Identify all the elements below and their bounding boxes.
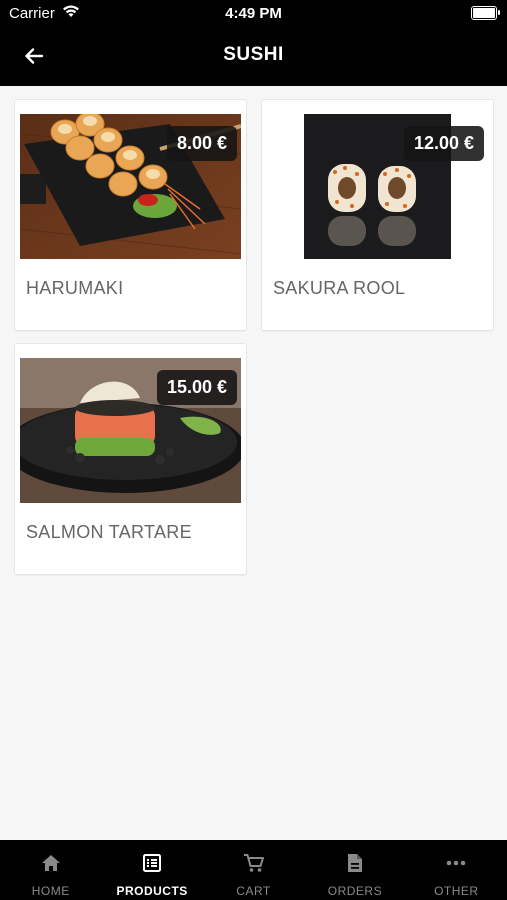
tab-label: ORDERS xyxy=(327,884,383,898)
tab-label: OTHER xyxy=(434,884,479,898)
status-time: 4:49 PM xyxy=(225,5,282,22)
home-icon xyxy=(41,855,60,871)
tab-other[interactable]: OTHER xyxy=(406,840,507,900)
tab-products[interactable]: PRODUCTS xyxy=(101,840,202,900)
list-icon xyxy=(143,854,162,872)
product-name: SALMON TARTARE xyxy=(26,522,192,542)
price-badge: 15.00 € xyxy=(156,370,237,405)
price-badge: 12.00 € xyxy=(403,126,484,161)
tab-cart[interactable]: CART xyxy=(203,840,304,900)
product-image-harumaki: 8.00 € xyxy=(20,114,241,259)
battery-icon xyxy=(471,6,500,20)
product-name: SAKURA ROOL xyxy=(273,278,406,298)
tab-label: HOME xyxy=(31,884,70,898)
app-header: SUSHI xyxy=(0,26,507,86)
more-icon xyxy=(447,860,466,866)
tab-orders[interactable]: ORDERS xyxy=(304,840,405,900)
tab-home[interactable]: HOME xyxy=(0,840,101,900)
product-name: HARUMAKI xyxy=(26,278,124,298)
product-image-salmon-tartare: 15.00 € xyxy=(20,358,241,503)
status-bar: Carrier 4:49 PM xyxy=(0,0,507,26)
cart-icon xyxy=(243,854,264,872)
page-title: SUSHI xyxy=(223,44,284,65)
product-card-salmon-tartare[interactable]: 15.00 € SALMON TARTARE xyxy=(14,343,247,575)
tab-label: PRODUCTS xyxy=(116,884,188,898)
bottom-tab-bar: HOME PRODUCTS CART ORDERS OTHER xyxy=(0,840,507,900)
document-icon xyxy=(347,854,362,872)
tab-label: CART xyxy=(236,884,271,898)
product-image-sakura-rool: 12.00 € xyxy=(267,114,488,259)
price-badge: 8.00 € xyxy=(166,126,237,161)
product-card-sakura-rool[interactable]: 12.00 € SAKURA ROOL xyxy=(261,99,494,331)
product-card-harumaki[interactable]: 8.00 € HARUMAKI xyxy=(14,99,247,331)
